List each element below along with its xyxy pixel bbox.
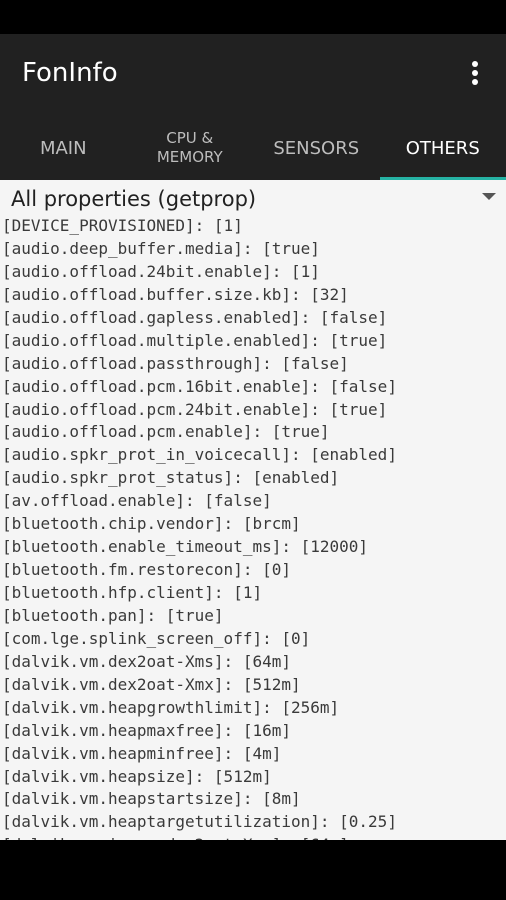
status-bar	[0, 0, 506, 34]
tab-main[interactable]: MAIN	[0, 116, 127, 180]
property-list: [DEVICE_PROVISIONED]: [1] [audio.deep_buf…	[2, 215, 397, 840]
more-options-icon[interactable]	[464, 58, 486, 88]
property-row: [audio.offload.passthrough]: [false]	[2, 353, 349, 373]
property-row: [dalvik.vm.heaptargetutilization]: [0.25…	[2, 812, 397, 832]
tab-others[interactable]: OTHERS	[379, 116, 506, 180]
property-row: [com.lge.splink_screen_off]: [0]	[2, 628, 311, 648]
property-row: [DEVICE_PROVISIONED]: [1]	[2, 216, 243, 235]
property-row: [audio.offload.pcm.16bit.enable]: [false…	[2, 376, 397, 396]
property-row: [dalvik.vm.heapstartsize]: [8m]	[2, 789, 301, 809]
section-spinner[interactable]: All properties (getprop)	[0, 180, 506, 216]
property-row: [audio.deep_buffer.media]: [true]	[2, 238, 320, 258]
property-row: [audio.offload.pcm.enable]: [true]	[2, 422, 330, 442]
property-row: [audio.spkr_prot_status]: [enabled]	[2, 468, 340, 488]
tab-sensors[interactable]: SENSORS	[253, 116, 380, 180]
section-title: All properties (getprop)	[11, 187, 257, 211]
property-row: [dalvik.vm.dex2oat-Xms]: [64m]	[2, 651, 291, 671]
property-row: [bluetooth.fm.restorecon]: [0]	[2, 560, 291, 580]
property-row: [dalvik.vm.dex2oat-Xmx]: [512m]	[2, 674, 301, 694]
property-row: [audio.offload.multiple.enabled]: [true]	[2, 330, 388, 350]
property-row: [audio.offload.pcm.24bit.enable]: [true]	[2, 399, 388, 419]
dropdown-arrow-icon[interactable]	[482, 193, 496, 200]
tab-cpu-memory[interactable]: CPU & MEMORY	[127, 116, 254, 180]
navigation-bar	[0, 840, 506, 900]
property-row: [bluetooth.chip.vendor]: [brcm]	[2, 514, 301, 534]
property-row: [dalvik.vm.heapsize]: [512m]	[2, 766, 272, 786]
property-row: [audio.offload.24bit.enable]: [1]	[2, 261, 320, 281]
property-row: [audio.spkr_prot_in_voicecall]: [enabled…	[2, 445, 397, 465]
property-row: [dalvik.vm.heapmaxfree]: [16m]	[2, 720, 291, 740]
property-row: [dalvik.vm.heapgrowthlimit]: [256m]	[2, 697, 340, 717]
property-row: [dalvik.vm.heapminfree]: [4m]	[2, 743, 282, 763]
properties-content[interactable]: All properties (getprop) [DEVICE_PROVISI…	[0, 180, 506, 840]
property-row: [bluetooth.enable_timeout_ms]: [12000]	[2, 537, 369, 557]
property-row: [audio.offload.buffer.size.kb]: [32]	[2, 284, 349, 304]
property-row: [audio.offload.gapless.enabled]: [false]	[2, 307, 388, 327]
app-bar: FonInfo	[0, 34, 506, 116]
app-title: FonInfo	[22, 58, 118, 88]
property-row: [av.offload.enable]: [false]	[2, 491, 272, 511]
tab-bar: MAIN CPU & MEMORY SENSORS OTHERS	[0, 116, 506, 180]
property-row: [bluetooth.pan]: [true]	[2, 605, 224, 625]
property-row: [bluetooth.hfp.client]: [1]	[2, 583, 263, 602]
